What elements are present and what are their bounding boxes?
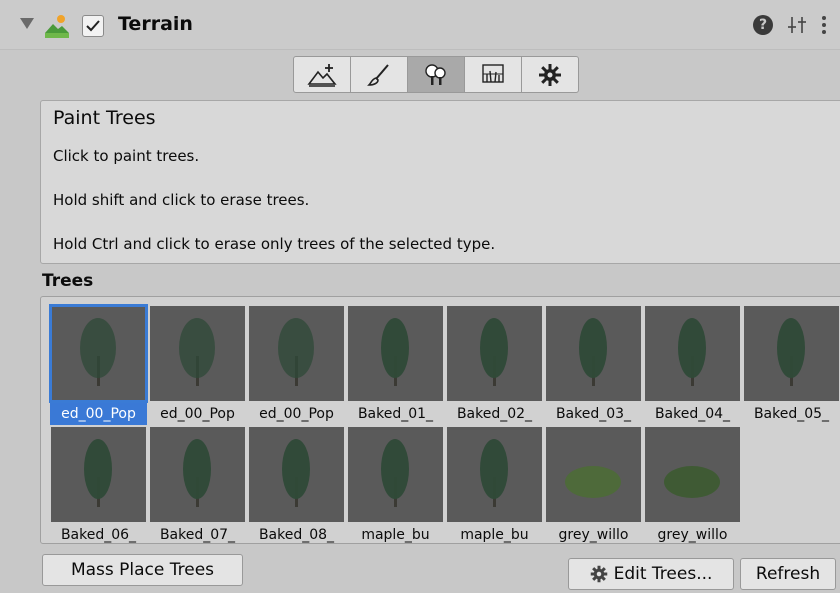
- tree-icon: [579, 318, 607, 386]
- tree-prototype-12[interactable]: maple_bu: [446, 426, 543, 546]
- tree-prototype-label: Baked_03_: [555, 406, 632, 422]
- tree-prototype-label: ed_00_Pop: [259, 406, 334, 422]
- tree-prototype-label: grey_willo: [657, 527, 728, 543]
- tree-icon: [381, 439, 409, 507]
- component-title: Terrain: [118, 13, 193, 35]
- tool-paint-texture[interactable]: [350, 56, 408, 93]
- terrain-tool-strip: [293, 56, 579, 93]
- raise-terrain-icon: [307, 63, 337, 87]
- tree-icon: [777, 318, 805, 386]
- tree-thumbnail: [546, 306, 641, 401]
- tree-prototype-4[interactable]: Baked_02_: [446, 305, 543, 425]
- tree-icon: [179, 318, 215, 386]
- tree-icon: [480, 318, 508, 386]
- tree-thumbnail: [249, 427, 344, 522]
- terrain-component-header: Terrain ?: [0, 0, 840, 50]
- tree-thumbnail: [546, 427, 641, 522]
- tree-icon: [480, 439, 508, 507]
- tree-thumbnail: [447, 427, 542, 522]
- tree-icon: [664, 466, 720, 498]
- tree-icon: [183, 439, 211, 507]
- help-icon[interactable]: ?: [753, 15, 773, 35]
- tree-prototype-grid: ed_00_Pop ed_00_Pop ed_00_Pop Baked_01_ Bake…: [40, 296, 840, 544]
- tree-thumbnail: [645, 306, 740, 401]
- refresh-button[interactable]: Refresh: [740, 558, 836, 590]
- tree-prototype-11[interactable]: maple_bu: [347, 426, 444, 546]
- tree-thumbnail: [348, 306, 443, 401]
- gear-icon: [590, 565, 607, 583]
- paint-details-icon: [482, 63, 504, 83]
- tool-paint-trees[interactable]: [407, 56, 465, 93]
- tree-prototype-9[interactable]: Baked_07_: [149, 426, 246, 546]
- tree-prototype-label: maple_bu: [361, 527, 430, 543]
- tree-prototype-14[interactable]: grey_willo: [644, 426, 741, 546]
- enabled-checkbox[interactable]: [82, 15, 104, 37]
- edit-trees-button[interactable]: Edit Trees...: [568, 558, 734, 590]
- help-line-erase-selected: Hold Ctrl and click to erase only trees …: [53, 235, 496, 253]
- tree-icon: [282, 439, 310, 507]
- foldout-arrow-icon[interactable]: [20, 18, 34, 29]
- tree-icon: [678, 318, 706, 386]
- trees-section-label: Trees: [42, 271, 94, 291]
- help-title: Paint Trees: [53, 107, 156, 129]
- tree-prototype-8[interactable]: Baked_06_: [50, 426, 147, 546]
- tree-prototype-label: Baked_05_: [753, 406, 830, 422]
- tree-prototype-0[interactable]: ed_00_Pop: [49, 304, 148, 425]
- tree-prototype-10[interactable]: Baked_08_: [248, 426, 345, 546]
- tree-thumbnail: [447, 306, 542, 401]
- tree-prototype-7[interactable]: Baked_05_: [743, 305, 840, 425]
- help-line-erase: Hold shift and click to erase trees.: [53, 191, 310, 209]
- tool-raise-lower-terrain[interactable]: [293, 56, 351, 93]
- tree-icon: [84, 439, 112, 507]
- tree-thumbnail: [51, 427, 146, 522]
- tree-prototype-label: maple_bu: [460, 527, 529, 543]
- tree-thumbnail: [49, 304, 148, 403]
- tree-prototype-label: Baked_06_: [60, 527, 137, 543]
- settings-gear-icon: [539, 63, 561, 86]
- edit-trees-label: Edit Trees...: [613, 564, 713, 584]
- tree-prototype-label: ed_00_Pop: [50, 403, 147, 425]
- paint-trees-icon: [425, 63, 446, 85]
- more-options-icon[interactable]: [818, 13, 830, 37]
- tree-icon: [565, 466, 621, 498]
- tree-thumbnail: [744, 306, 839, 401]
- tree-prototype-6[interactable]: Baked_04_: [644, 305, 741, 425]
- tree-thumbnail: [150, 306, 245, 401]
- tree-prototype-label: Baked_08_: [258, 527, 335, 543]
- tool-paint-details[interactable]: [464, 56, 522, 93]
- tree-prototype-3[interactable]: Baked_01_: [347, 305, 444, 425]
- paint-trees-help-box: Paint Trees Click to paint trees. Hold s…: [40, 100, 840, 264]
- tree-prototype-label: Baked_04_: [654, 406, 731, 422]
- terrain-icon: [45, 15, 69, 38]
- tree-prototype-label: grey_willo: [558, 527, 629, 543]
- mass-place-trees-button[interactable]: Mass Place Trees: [42, 554, 243, 586]
- tree-prototype-label: Baked_01_: [357, 406, 434, 422]
- tool-terrain-settings[interactable]: [521, 56, 579, 93]
- tree-thumbnail: [150, 427, 245, 522]
- checkmark-icon: [86, 20, 100, 32]
- tree-prototype-1[interactable]: ed_00_Pop: [149, 305, 246, 425]
- paint-brush-icon: [367, 63, 389, 86]
- tree-prototype-2[interactable]: ed_00_Pop: [248, 305, 345, 425]
- tree-thumbnail: [249, 306, 344, 401]
- help-line-paint: Click to paint trees.: [53, 147, 200, 165]
- tree-prototype-label: Baked_07_: [159, 527, 236, 543]
- tree-thumbnail: [348, 427, 443, 522]
- tree-icon: [381, 318, 409, 386]
- tree-prototype-label: Baked_02_: [456, 406, 533, 422]
- tree-prototype-label: ed_00_Pop: [160, 406, 235, 422]
- tree-icon: [80, 318, 116, 386]
- tree-prototype-5[interactable]: Baked_03_: [545, 305, 642, 425]
- presets-icon[interactable]: [786, 14, 808, 36]
- tree-icon: [278, 318, 314, 386]
- tree-thumbnail: [645, 427, 740, 522]
- tree-prototype-13[interactable]: grey_willo: [545, 426, 642, 546]
